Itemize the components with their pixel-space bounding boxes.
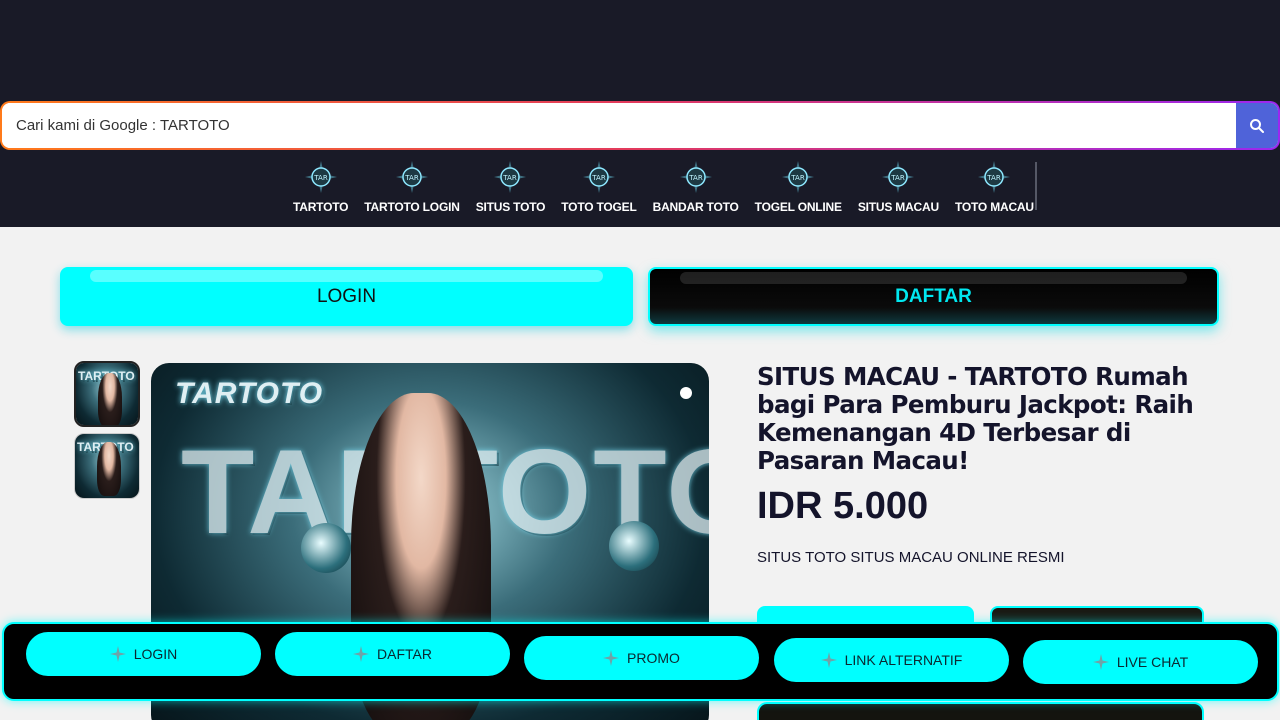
product-action-button[interactable]: [757, 702, 1204, 720]
svg-text:TAR: TAR: [987, 174, 1002, 182]
bottom-login-button[interactable]: LOGIN: [26, 632, 261, 676]
nav-item-togel-online[interactable]: TAR TOGEL ONLINE: [747, 160, 850, 220]
svg-text:TAR: TAR: [688, 174, 703, 182]
nav-label: SITUS TOTO: [475, 200, 546, 214]
login-button[interactable]: LOGIN: [60, 267, 633, 326]
sparkle-icon: [109, 646, 126, 662]
nav-label: TOTO TOGEL: [561, 200, 637, 214]
login-button-label: LOGIN: [316, 285, 377, 307]
sparkle-icon: [603, 650, 620, 666]
search-input[interactable]: [2, 103, 1236, 148]
tar-compass-logo-icon: TAR: [304, 161, 337, 193]
daftar-button-label: DAFTAR: [895, 285, 972, 307]
thumbnail-image: TARTOTO: [76, 363, 138, 425]
svg-text:TAR: TAR: [791, 174, 806, 182]
nav-item-bandar-toto[interactable]: TAR BANDAR TOTO: [645, 160, 747, 220]
tar-compass-logo-icon: TAR: [395, 161, 428, 193]
bottom-promo-label: PROMO: [627, 650, 680, 666]
bottom-daftar-button[interactable]: DAFTAR: [275, 632, 510, 676]
bottom-live-chat-button[interactable]: LIVE CHAT: [1023, 640, 1258, 684]
sparkle-icon: [353, 646, 370, 662]
search-bar-inner: [2, 103, 1278, 148]
product-price: IDR 5.000: [757, 485, 929, 527]
nav-item-toto-macau[interactable]: TAR TOTO MACAU: [947, 160, 1042, 220]
gallery-thumbnail-2[interactable]: TARTOTO: [74, 433, 140, 499]
nav-item-situs-toto[interactable]: TAR SITUS TOTO: [468, 160, 554, 220]
bottom-action-bar: LOGIN DAFTAR PROMO LINK ALTERNATIF LIVE …: [2, 622, 1279, 701]
nav-label: TARTOTO: [293, 200, 349, 214]
bottom-promo-button[interactable]: PROMO: [524, 636, 759, 680]
svg-text:TAR: TAR: [591, 174, 606, 182]
nav-label: TOGEL ONLINE: [754, 200, 842, 214]
nav-item-tartoto-login[interactable]: TAR TARTOTO LOGIN: [356, 160, 467, 220]
search-icon: [1250, 118, 1264, 133]
nav-label: TOTO MACAU: [954, 200, 1034, 214]
tar-compass-logo-icon: TAR: [978, 161, 1011, 193]
image-logo-text: TARTOTO: [175, 377, 324, 410]
product-title: SITUS MACAU - TARTOTO Rumah bagi Para Pe…: [757, 362, 1194, 475]
main-nav: TAR TARTOTO TAR TARTOTO LOGIN TAR SITUS …: [285, 160, 1042, 220]
nav-label: BANDAR TOTO: [652, 200, 739, 214]
nav-label: TARTOTO LOGIN: [364, 200, 460, 214]
tar-compass-logo-icon: TAR: [882, 161, 915, 193]
svg-text:TAR: TAR: [503, 174, 518, 182]
svg-text:TAR: TAR: [404, 174, 419, 182]
daftar-button[interactable]: DAFTAR: [648, 267, 1219, 326]
tar-compass-logo-icon: TAR: [679, 161, 712, 193]
bottom-login-label: LOGIN: [133, 646, 178, 662]
tar-compass-logo-icon: TAR: [782, 161, 815, 193]
search-button[interactable]: [1236, 103, 1278, 148]
nav-item-situs-macau[interactable]: TAR SITUS MACAU: [850, 160, 947, 220]
tar-compass-logo-icon: TAR: [494, 161, 527, 193]
product-description: SITUS TOTO SITUS MACAU ONLINE RESMI: [757, 549, 1065, 566]
nav-divider: [1035, 162, 1037, 210]
svg-text:TAR: TAR: [313, 174, 328, 182]
svg-text:TAR: TAR: [891, 174, 906, 182]
bottom-daftar-label: DAFTAR: [377, 646, 432, 662]
nav-item-toto-togel[interactable]: TAR TOTO TOGEL: [553, 160, 644, 220]
sparkle-icon: [820, 652, 837, 668]
bottom-live-chat-label: LIVE CHAT: [1116, 654, 1189, 670]
gallery-thumbnail-1[interactable]: TARTOTO: [74, 361, 140, 427]
carousel-dot[interactable]: [680, 387, 692, 399]
sparkle-icon: [1092, 654, 1109, 670]
search-bar: [0, 101, 1280, 150]
tar-compass-logo-icon: TAR: [582, 161, 615, 193]
nav-item-tartoto[interactable]: TAR TARTOTO: [285, 160, 356, 220]
bottom-link-alternatif-label: LINK ALTERNATIF: [844, 652, 963, 668]
thumbnail-image: TARTOTO: [75, 434, 139, 498]
nav-label: SITUS MACAU: [857, 200, 939, 214]
bottom-link-alternatif-button[interactable]: LINK ALTERNATIF: [774, 638, 1009, 682]
